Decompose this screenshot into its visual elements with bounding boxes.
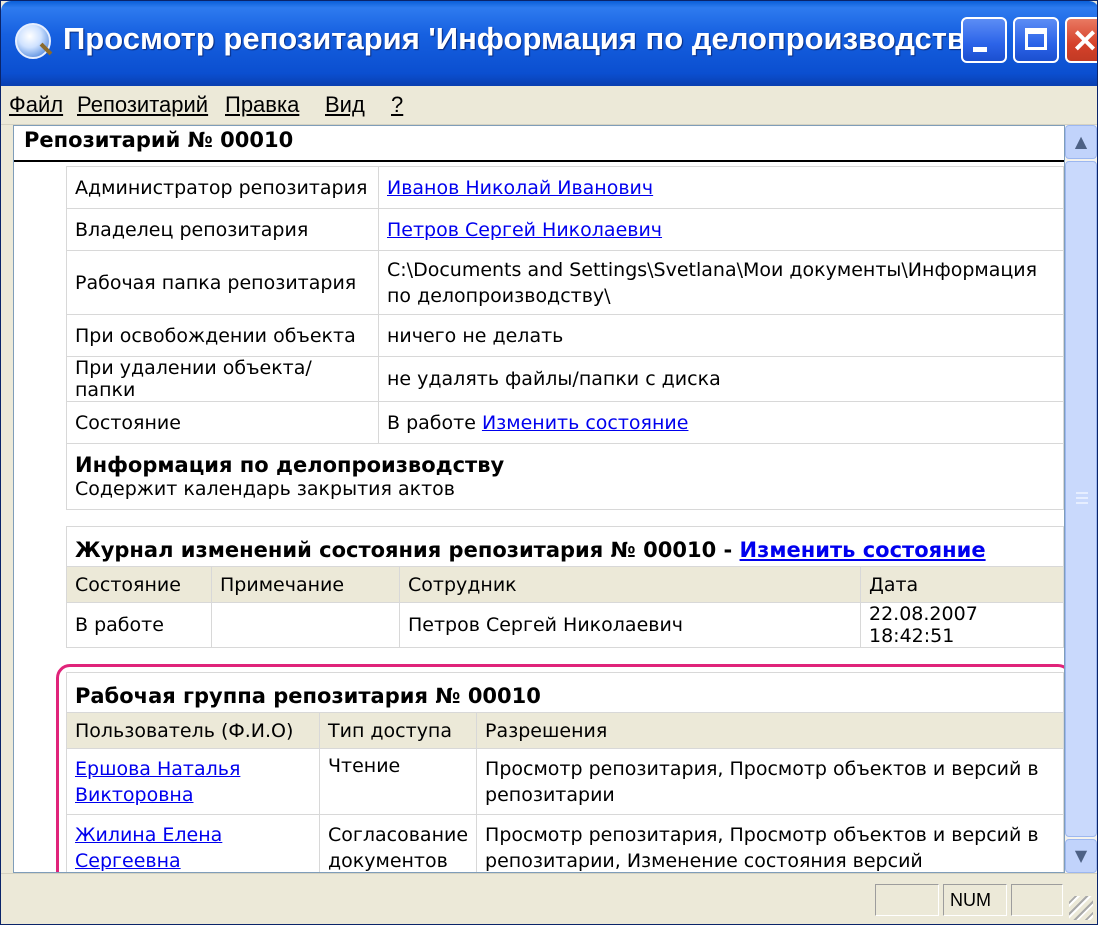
vertical-scrollbar[interactable]: ▲ ▼: [1065, 125, 1097, 873]
table-cell: [211, 602, 400, 648]
num-lock-indicator: NUM: [943, 884, 1007, 916]
scroll-up-button[interactable]: ▲: [1065, 125, 1097, 159]
column-header[interactable]: Пользователь (Ф.И.О): [66, 712, 320, 749]
table-row: В работе Петров Сергей Николаевич 22.08.…: [66, 602, 1064, 648]
header-divider: [14, 160, 1064, 162]
status-panel: [1011, 884, 1063, 916]
chevron-up-icon: ▲: [1074, 132, 1088, 151]
work-group-title: Рабочая группа репозитария № 00010: [75, 683, 541, 708]
table-cell: Петров Сергей Николаевич: [399, 602, 861, 648]
menu-edit[interactable]: Правка: [225, 92, 299, 118]
access-type-cell: Чтение: [318, 748, 478, 815]
table-row: Журнал изменений состояния репозитария №…: [66, 526, 1064, 567]
description-cell: Информация по делопроизводству Содержит …: [66, 443, 1064, 510]
property-value-cell: Иванов Николай Иванович: [378, 166, 1064, 209]
column-header[interactable]: Сотрудник: [399, 566, 861, 603]
user-link[interactable]: Ершова Наталья Викторовна: [75, 758, 240, 806]
change-state-link[interactable]: Изменить состояние: [482, 412, 689, 434]
property-label: При освобождении объекта: [66, 314, 379, 357]
column-header[interactable]: Дата: [860, 566, 1064, 603]
user-link[interactable]: Жилина Елена Сергеевна: [75, 824, 222, 872]
repository-properties-table: Администратор репозитария Иванов Николай…: [66, 166, 1064, 510]
close-button[interactable]: ×: [1065, 17, 1098, 63]
menu-bar: Файл Репозитарий Правка Вид ?: [1, 86, 1097, 125]
close-icon: ×: [1070, 20, 1098, 60]
table-row: Ершова Наталья Викторовна Чтение Просмот…: [66, 748, 1064, 815]
column-header[interactable]: Состояние: [66, 566, 212, 603]
table-row: Владелец репозитария Петров Сергей Никол…: [66, 208, 1064, 251]
table-row: Состояние В работе Изменить состояние: [66, 401, 1064, 444]
user-cell: Жилина Елена Сергеевна: [66, 814, 320, 872]
repository-viewer-icon[interactable]: [15, 23, 51, 59]
minimize-button[interactable]: [961, 17, 1007, 63]
column-header[interactable]: Тип доступа: [318, 712, 478, 749]
maximize-icon: [1025, 28, 1047, 50]
property-value-cell: Петров Сергей Николаевич: [378, 208, 1064, 251]
table-header-row: Пользователь (Ф.И.О) Тип доступа Разреше…: [66, 712, 1064, 749]
table-cell: 22.08.2007 18:42:51: [860, 602, 1064, 648]
window-title: Просмотр репозитария 'Информация по дело…: [63, 21, 990, 56]
table-row: При освобождении объекта ничего не делат…: [66, 314, 1064, 357]
user-cell: Ершова Наталья Викторовна: [66, 748, 320, 815]
property-label: Администратор репозитария: [66, 166, 379, 209]
property-label: Состояние: [66, 401, 379, 444]
report-content: Репозитарий № 00010 Администратор репози…: [13, 125, 1065, 873]
property-value-cell: В работе Изменить состояние: [378, 401, 1064, 444]
minimize-icon: [973, 47, 987, 52]
app-window: Просмотр репозитария 'Информация по дело…: [0, 0, 1098, 925]
work-group-title-cell: Рабочая группа репозитария № 00010: [66, 672, 1064, 713]
table-row: При удалении объекта/папки не удалять фа…: [66, 356, 1064, 402]
description-title: Информация по делопроизводству: [75, 452, 505, 477]
table-row: Информация по делопроизводству Содержит …: [66, 443, 1064, 510]
thumb-grip: [1076, 492, 1088, 494]
table-row: Администратор репозитария Иванов Николай…: [66, 166, 1064, 209]
property-label: При удалении объекта/папки: [66, 356, 379, 402]
menu-help[interactable]: ?: [391, 92, 403, 118]
administrator-link[interactable]: Иванов Николай Иванович: [387, 177, 653, 199]
table-row: Рабочая папка репозитария C:\Documents a…: [66, 250, 1064, 315]
thumb-grip: [1076, 497, 1088, 499]
table-row: Рабочая группа репозитария № 00010: [66, 672, 1064, 713]
scroll-down-button[interactable]: ▼: [1065, 839, 1097, 873]
property-value: не удалять файлы/папки с диска: [378, 356, 1064, 402]
property-value: ничего не делать: [378, 314, 1064, 357]
page-title: Репозитарий № 00010: [24, 128, 294, 152]
column-header[interactable]: Примечание: [211, 566, 400, 603]
property-label: Владелец репозитария: [66, 208, 379, 251]
permissions-cell: Просмотр репозитария, Просмотр объектов …: [476, 748, 1064, 815]
thumb-grip: [1076, 502, 1088, 504]
menu-view[interactable]: Вид: [325, 92, 365, 118]
table-cell: В работе: [66, 602, 212, 648]
description-text: Содержит календарь закрытия актов: [75, 477, 455, 500]
status-panel: [875, 884, 939, 916]
state-log-title-cell: Журнал изменений состояния репозитария №…: [66, 526, 1064, 567]
maximize-button[interactable]: [1013, 17, 1059, 63]
permissions-cell: Просмотр репозитария, Просмотр объектов …: [476, 814, 1064, 872]
resize-grip-icon[interactable]: [1069, 896, 1093, 920]
scroll-thumb[interactable]: [1065, 161, 1097, 837]
menu-file[interactable]: Файл: [9, 92, 63, 118]
state-log-table: Журнал изменений состояния репозитария №…: [66, 526, 1064, 648]
state-log-title: Журнал изменений состояния репозитария №…: [75, 537, 740, 562]
property-value: C:\Documents and Settings\Svetlana\Мои д…: [378, 250, 1064, 315]
title-bar[interactable]: Просмотр репозитария 'Информация по дело…: [1, 1, 1098, 86]
table-header-row: Состояние Примечание Сотрудник Дата: [66, 566, 1064, 603]
property-label: Рабочая папка репозитария: [66, 250, 379, 315]
access-type-cell: Согласование документов: [318, 814, 478, 872]
status-bar: NUM: [1, 873, 1097, 924]
state-value: В работе: [387, 411, 476, 434]
owner-link[interactable]: Петров Сергей Николаевич: [387, 219, 662, 241]
chevron-down-icon: ▼: [1074, 846, 1088, 865]
table-row: Жилина Елена Сергеевна Согласование доку…: [66, 814, 1064, 872]
work-group-table: Рабочая группа репозитария № 00010 Польз…: [66, 672, 1064, 872]
column-header[interactable]: Разрешения: [476, 712, 1064, 749]
menu-repository[interactable]: Репозитарий: [77, 92, 208, 118]
state-log-change-link[interactable]: Изменить состояние: [740, 538, 986, 562]
